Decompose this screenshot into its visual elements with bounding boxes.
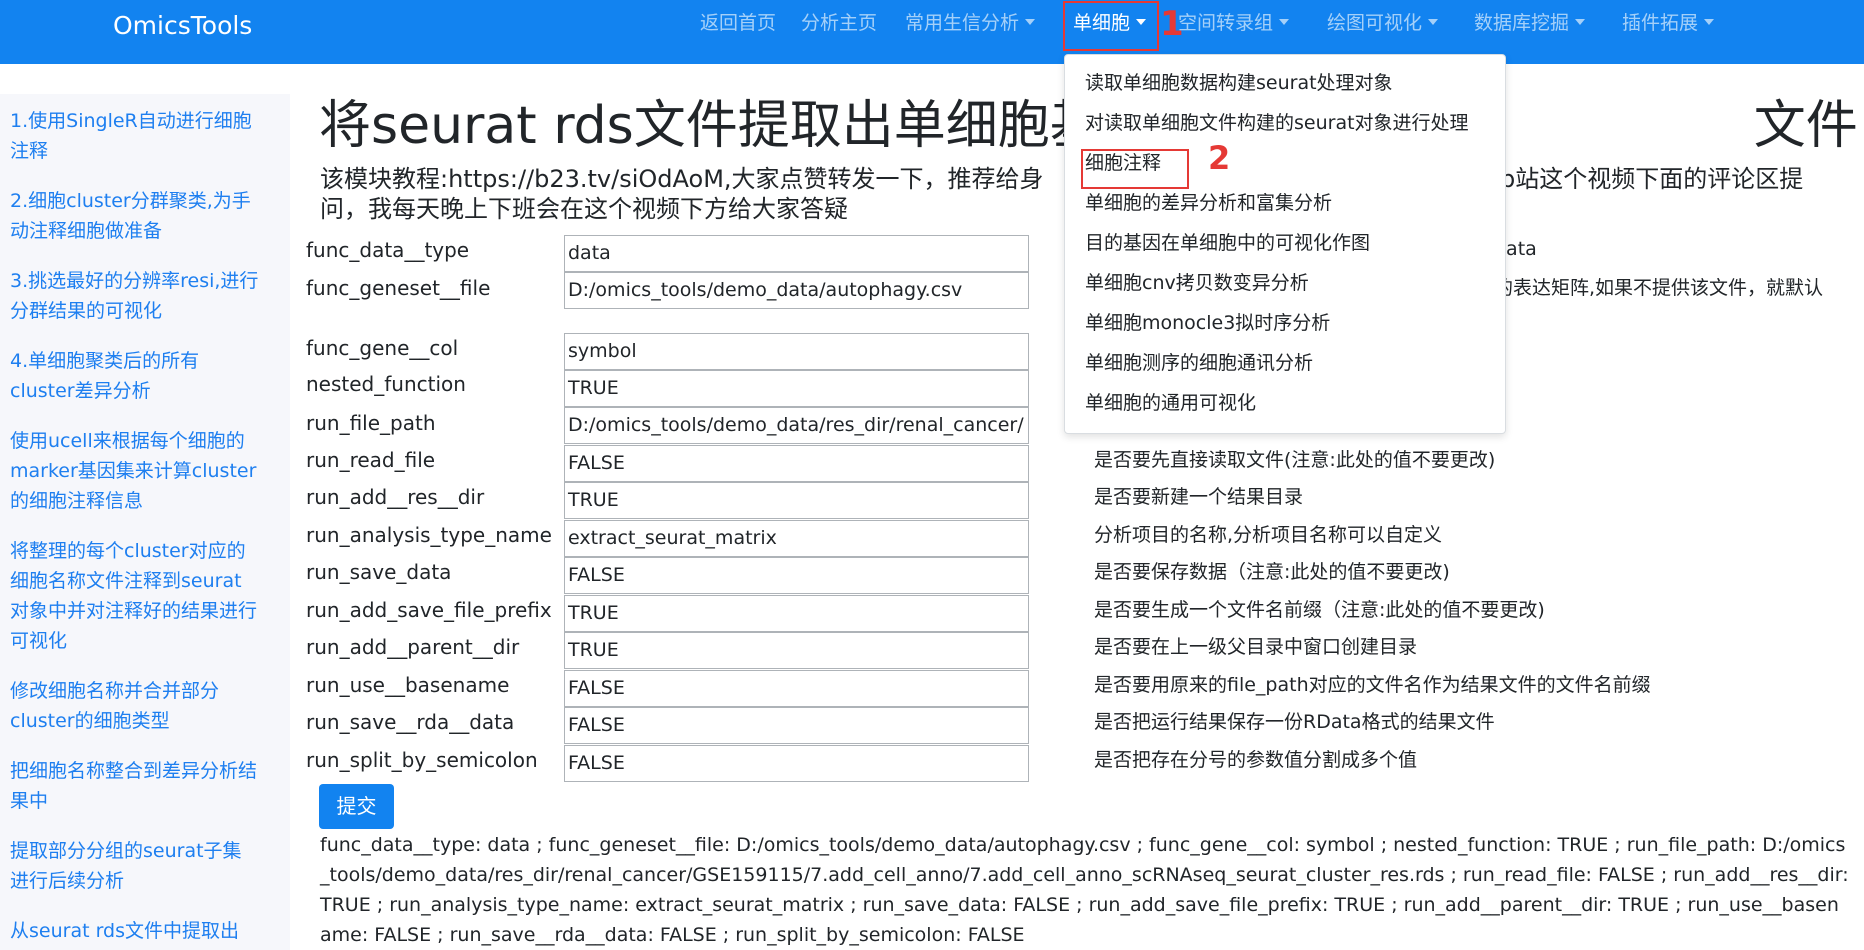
nested-function-input[interactable]: TRUE [564,370,1029,407]
func-geneset-file-input[interactable]: D:/omics_tools/demo_data/autophagy.csv [564,272,1029,309]
nav-home[interactable]: 返回首页 [700,9,776,37]
field-label: run_add__parent__dir [306,635,520,659]
annotation-number-2: 2 [1208,139,1231,177]
field-label: run_add__res__dir [306,485,485,509]
menu-item-process-seurat[interactable]: 对读取单细胞文件构建的seurat对象进行处理 [1085,110,1469,136]
sidebar-item-singler[interactable]: 1.使用SingleR自动进行细胞注释 [10,106,260,166]
nav-plugins[interactable]: 插件拓展 [1622,9,1715,37]
field-label: run_use__basename [306,673,510,697]
run-use-basename-input[interactable]: FALSE [564,670,1029,707]
single-cell-dropdown-menu: 读取单细胞数据构建seurat处理对象 对读取单细胞文件构建的seurat对象进… [1064,54,1506,434]
nav-spatial[interactable]: 空间转录组 [1178,9,1290,37]
field-label: run_add_save_file_prefix [306,598,552,622]
sidebar-item-resolution[interactable]: 3.挑选最好的分辨率resi,进行分群结果的可视化 [10,266,260,326]
func-data-type-input[interactable]: data [564,235,1029,272]
annotation-number-1: 1 [1160,4,1184,44]
nav-plotting-label: 绘图可视化 [1327,12,1423,34]
sidebar-item-ucell[interactable]: 使用ucell来根据每个细胞的marker基因集来计算cluster的细胞注释信… [10,426,260,516]
nav-plotting[interactable]: 绘图可视化 [1327,9,1439,37]
menu-item-read-seurat[interactable]: 读取单细胞数据构建seurat处理对象 [1085,70,1393,96]
sidebar-item-annotate-seurat[interactable]: 将整理的每个cluster对应的细胞名称文件注释到seurat对象中并对注释好的… [10,536,260,656]
menu-item-cnv[interactable]: 单细胞cnv拷贝数变异分析 [1085,270,1309,296]
field-label: run_save__rda__data [306,710,515,734]
field-label: run_save_data [306,560,452,584]
run-file-path-input[interactable]: D:/omics_tools/demo_data/res_dir/renal_c… [564,407,1029,444]
sidebar-item-rename-cells[interactable]: 修改细胞名称并合并部分cluster的细胞类型 [10,676,260,736]
field-label: nested_function [306,372,466,396]
run-save-data-input[interactable]: FALSE [564,557,1029,594]
field-desc: 是否要用原来的file_path对应的文件名作为结果文件的文件名前缀 [1094,674,1651,696]
menu-item-cell-communication[interactable]: 单细胞测序的细胞通讯分析 [1085,350,1313,376]
field-desc: 是否把运行结果保存一份RData格式的结果文件 [1094,711,1495,733]
chevron-down-icon [1428,19,1439,25]
sidebar-item-subset[interactable]: 提取部分分组的seurat子集进行后续分析 [10,836,260,896]
run-save-rda-data-input[interactable]: FALSE [564,707,1029,744]
annotation-box-2 [1081,149,1189,189]
field-label: func_data__type [306,238,470,262]
annotation-box-1 [1063,1,1159,51]
nav-plugins-label: 插件拓展 [1622,12,1699,34]
field-label: func_gene__col [306,336,459,360]
nav-analysis-home[interactable]: 分析主页 [801,9,877,37]
run-add-save-file-prefix-input[interactable]: TRUE [564,595,1029,632]
run-split-by-semicolon-input[interactable]: FALSE [564,745,1029,782]
page-title-right: 文件 [1753,96,1858,156]
nav-common-bioinfo-label: 常用生信分析 [905,12,1020,34]
nav-spatial-label: 空间转录组 [1178,12,1274,34]
field-label: run_read_file [306,448,436,472]
nav-database[interactable]: 数据库挖掘 [1474,9,1586,37]
tutorial-left: 该模块教程:https://b23.tv/siOdAoM,大家点赞转发一下，推荐… [320,165,1044,193]
menu-item-monocle3[interactable]: 单细胞monocle3拟时序分析 [1085,310,1330,336]
field-desc: 的表达矩阵,如果不提供该文件，就默认 [1494,277,1824,299]
chevron-down-icon [1575,19,1586,25]
nav-analysis-home-label: 分析主页 [801,12,878,34]
menu-item-gene-plot[interactable]: 目的基因在单细胞中的可视化作图 [1085,230,1370,256]
nav-database-label: 数据库挖掘 [1474,12,1570,34]
result-summary: func_data__type: data ; func_geneset__fi… [320,834,1849,946]
submit-button[interactable]: 提交 [319,784,394,829]
run-add-res-dir-input[interactable]: TRUE [564,482,1029,519]
field-label: run_file_path [306,411,436,435]
sidebar-item-cluster[interactable]: 2.细胞cluster分群聚类,为手动注释细胞做准备 [10,186,260,246]
menu-item-general-vis[interactable]: 单细胞的通用可视化 [1085,390,1256,416]
sidebar-item-merge-diff[interactable]: 把细胞名称整合到差异分析结果中 [10,756,260,816]
field-label: run_split_by_semicolon [306,748,538,772]
field-desc: 是否把存在分号的参数值分割成多个值 [1094,749,1418,771]
field-desc: 是否要先直接读取文件(注意:此处的值不要更改) [1094,449,1496,471]
chevron-down-icon [1025,19,1036,25]
brand-logo[interactable]: OmicsTools [113,10,252,42]
chevron-down-icon [1279,19,1290,25]
run-read-file-input[interactable]: FALSE [564,445,1029,482]
nav-common-bioinfo[interactable]: 常用生信分析 [905,9,1036,37]
sidebar-item-cluster-diff[interactable]: 4.单细胞聚类后的所有cluster差异分析 [10,346,260,406]
top-navbar: OmicsTools 返回首页 分析主页 常用生信分析 单细胞 空间转录组 绘图… [0,0,1864,64]
field-label: func_geneset__file [306,276,491,300]
field-desc: 是否要保存数据（注意:此处的值不要更改) [1094,561,1450,583]
tutorial-right: 在b站这个视频下面的评论区提 [1476,165,1804,193]
sidebar-item-extract[interactable]: 从seurat rds文件中提取出 [10,916,260,946]
chevron-down-icon [1704,19,1715,25]
run-add-parent-dir-input[interactable]: TRUE [564,632,1029,669]
nav-home-label: 返回首页 [700,12,777,34]
field-desc: 是否要新建一个结果目录 [1094,486,1304,508]
field-desc: 分析项目的名称,分析项目名称可以自定义 [1094,524,1443,546]
func-gene-col-input[interactable]: symbol [564,333,1029,370]
sidebar: 1.使用SingleR自动进行细胞注释 2.细胞cluster分群聚类,为手动注… [0,94,290,950]
field-desc: 是否要在上一级父目录中窗口创建目录 [1094,636,1418,658]
field-desc: 是否要生成一个文件名前缀（注意:此处的值不要更改) [1094,599,1545,621]
menu-item-diff-enrich[interactable]: 单细胞的差异分析和富集分析 [1085,190,1332,216]
field-label: run_analysis_type_name [306,523,552,547]
page-title-left: 将seurat rds文件提取出单细胞基因 [319,96,1154,156]
run-analysis-type-name-input[interactable]: extract_seurat_matrix [564,520,1029,557]
